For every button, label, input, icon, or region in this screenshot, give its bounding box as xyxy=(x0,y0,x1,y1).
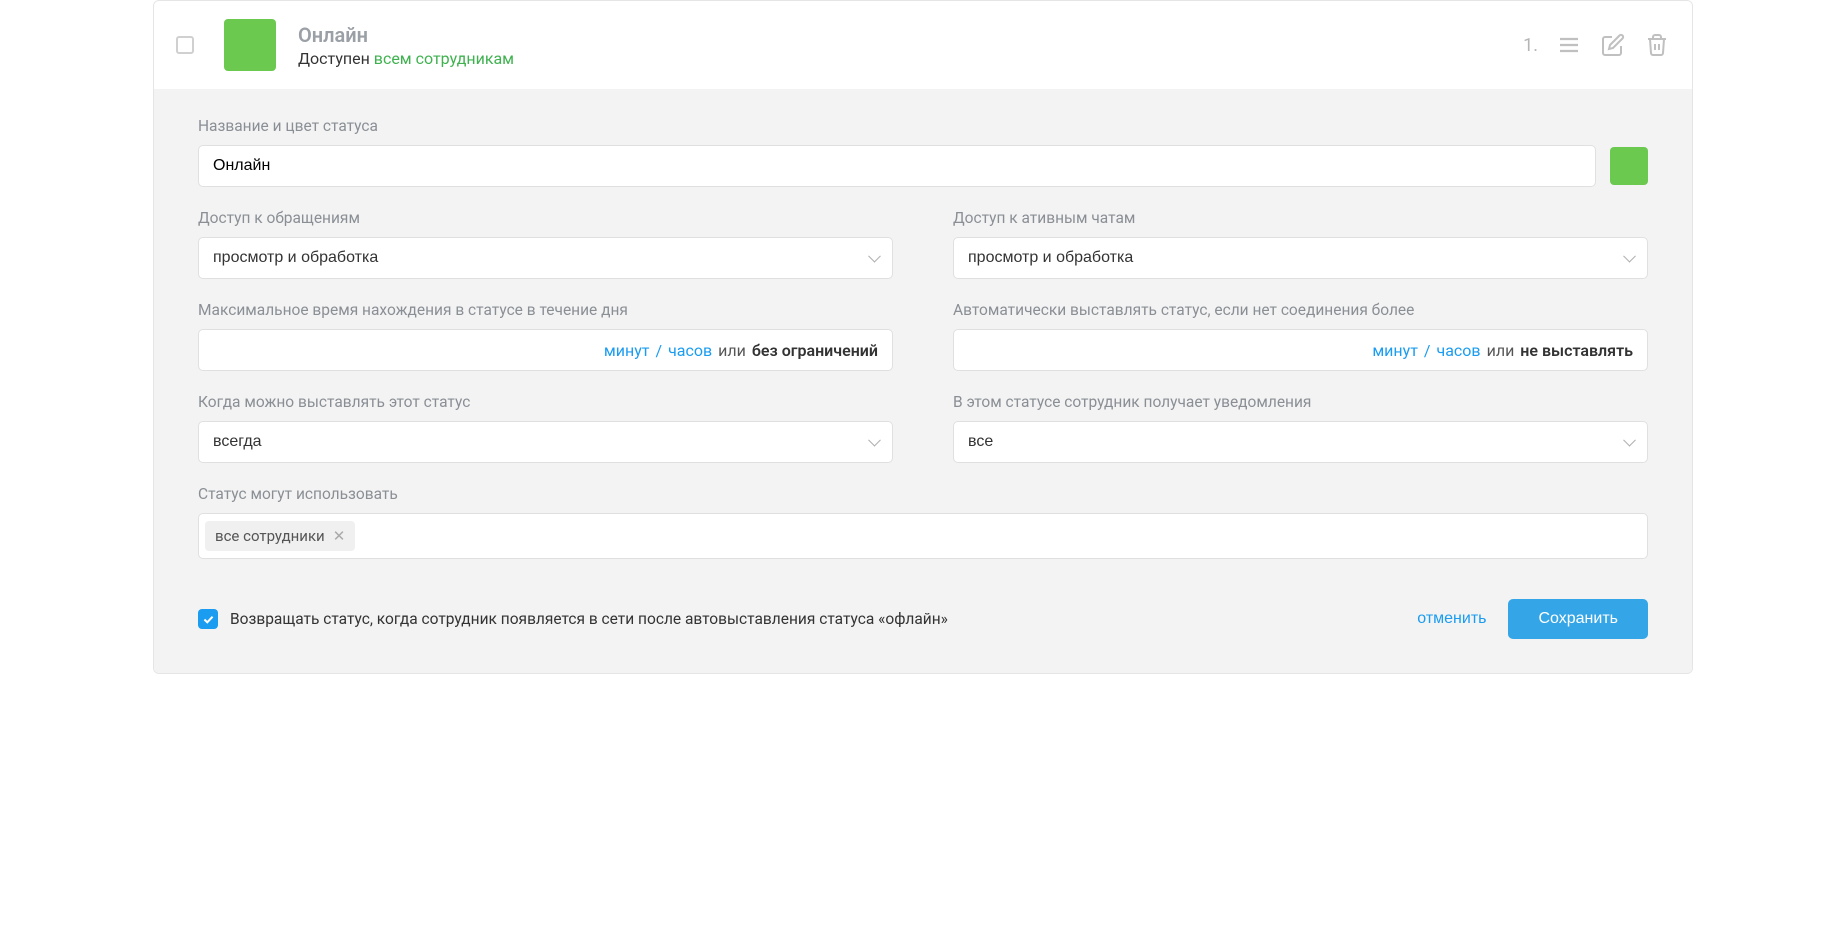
minutes-link-2[interactable]: минут xyxy=(1372,341,1418,360)
access-requests-label: Доступ к обращениям xyxy=(198,209,893,227)
save-button[interactable]: Сохранить xyxy=(1508,599,1648,639)
status-color-block xyxy=(224,19,276,71)
hours-link[interactable]: часов xyxy=(668,341,712,360)
auto-offline-input[interactable]: минут / часов или не выставлять xyxy=(953,329,1648,371)
status-subtitle: Доступен всем сотрудникам xyxy=(298,49,1523,68)
sub-link[interactable]: всем сотрудникам xyxy=(374,49,514,68)
who-tag: все сотрудники ✕ xyxy=(205,521,355,551)
access-chats-label: Доступ к ативным чатам xyxy=(953,209,1648,227)
notifications-select[interactable] xyxy=(953,421,1648,463)
who-tags-input[interactable]: все сотрудники ✕ xyxy=(198,513,1648,559)
reorder-icon[interactable] xyxy=(1556,32,1582,58)
cancel-button[interactable]: отменить xyxy=(1395,600,1508,638)
max-time-label: Максимальное время нахождения в статусе … xyxy=(198,301,893,319)
access-requests-value[interactable] xyxy=(198,237,893,279)
auto-offline-label: Автоматически выставлять статус, если не… xyxy=(953,301,1648,319)
access-requests-select[interactable] xyxy=(198,237,893,279)
select-checkbox[interactable] xyxy=(176,36,194,54)
status-card: Онлайн Доступен всем сотрудникам 1. Назв… xyxy=(153,0,1693,674)
card-header: Онлайн Доступен всем сотрудникам 1. xyxy=(154,1,1692,89)
or-text-2: или xyxy=(1487,341,1515,360)
name-label: Название и цвет статуса xyxy=(198,117,1648,135)
when-value[interactable] xyxy=(198,421,893,463)
time-sep: / xyxy=(655,341,662,360)
notifications-value[interactable] xyxy=(953,421,1648,463)
status-name-input[interactable] xyxy=(198,145,1596,187)
minutes-link[interactable]: минут xyxy=(604,341,650,360)
return-status-label: Возвращать статус, когда сотрудник появл… xyxy=(230,610,948,628)
card-body: Название и цвет статуса Доступ к обращен… xyxy=(154,89,1692,673)
hours-link-2[interactable]: часов xyxy=(1437,341,1481,360)
when-label: Когда можно выставлять этот статус xyxy=(198,393,893,411)
order-number: 1. xyxy=(1523,35,1538,56)
max-time-input[interactable]: минут / часов или без ограничений xyxy=(198,329,893,371)
header-actions: 1. xyxy=(1523,32,1670,58)
tag-label: все сотрудники xyxy=(215,527,325,545)
delete-icon[interactable] xyxy=(1644,32,1670,58)
when-select[interactable] xyxy=(198,421,893,463)
tag-remove-icon[interactable]: ✕ xyxy=(333,527,346,545)
notifications-label: В этом статусе сотрудник получает уведом… xyxy=(953,393,1648,411)
return-status-checkbox[interactable] xyxy=(198,609,218,629)
color-swatch[interactable] xyxy=(1610,147,1648,185)
who-label: Статус могут использовать xyxy=(198,485,1648,503)
no-set-option[interactable]: не выставлять xyxy=(1520,341,1633,360)
access-chats-select[interactable] xyxy=(953,237,1648,279)
status-title: Онлайн xyxy=(298,23,1523,47)
time-sep-2: / xyxy=(1424,341,1431,360)
no-limit-option[interactable]: без ограничений xyxy=(752,341,878,360)
access-chats-value[interactable] xyxy=(953,237,1648,279)
sub-prefix: Доступен xyxy=(298,49,374,68)
return-status-checkbox-wrap[interactable]: Возвращать статус, когда сотрудник появл… xyxy=(198,609,1395,629)
or-text: или xyxy=(718,341,746,360)
header-text: Онлайн Доступен всем сотрудникам xyxy=(298,23,1523,68)
form-footer: Возвращать статус, когда сотрудник появл… xyxy=(198,599,1648,639)
edit-icon[interactable] xyxy=(1600,32,1626,58)
